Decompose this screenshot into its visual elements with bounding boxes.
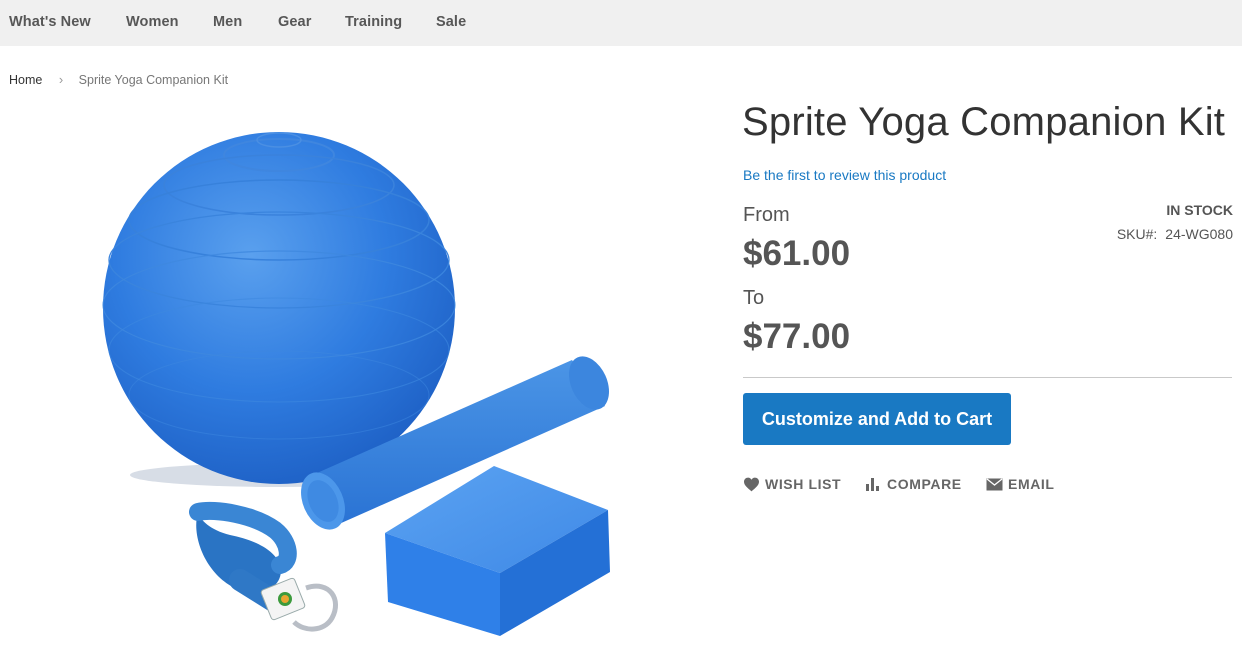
sku-info: SKU#: 24-WG080 [1117,226,1233,242]
nav-item-training[interactable]: Training [345,14,402,30]
nav-item-women[interactable]: Women [126,14,179,30]
breadcrumb: Home › Sprite Yoga Companion Kit [9,72,228,87]
wish-list-label: WISH LIST [765,476,842,492]
product-title: Sprite Yoga Companion Kit [742,100,1226,144]
price-to-value: $77.00 [743,317,851,356]
price-from-label: From [743,204,790,226]
sku-value: 24-WG080 [1165,226,1233,242]
yoga-strap [189,501,339,632]
nav-item-gear[interactable]: Gear [278,14,311,30]
compare-link[interactable]: COMPARE [865,476,962,492]
yoga-block [385,466,610,636]
wish-list-link[interactable]: WISH LIST [743,476,841,492]
bar-chart-icon [866,478,879,491]
top-navigation: What's New Women Men Gear Training Sale [0,0,1242,46]
divider [743,377,1232,378]
price-from-value: $61.00 [743,234,851,273]
review-link[interactable]: Be the first to review this product [743,167,946,183]
compare-label: COMPARE [887,476,962,492]
chevron-right-icon: › [58,72,64,87]
product-image[interactable] [80,110,640,646]
customize-add-to-cart-button[interactable]: Customize and Add to Cart [743,393,1011,445]
breadcrumb-home-link[interactable]: Home [9,73,42,87]
nav-item-men[interactable]: Men [213,14,242,30]
stock-status: IN STOCK [1166,202,1233,218]
price-to-label: To [743,287,765,309]
email-label: EMAIL [1008,476,1055,492]
heart-icon [744,477,759,491]
email-link[interactable]: EMAIL [986,476,1055,492]
sku-label: SKU#: [1116,226,1158,242]
breadcrumb-current: Sprite Yoga Companion Kit [78,73,229,87]
exercise-ball [102,132,456,484]
nav-item-whats-new[interactable]: What's New [9,14,91,30]
nav-item-sale[interactable]: Sale [436,14,466,30]
envelope-icon [986,477,1003,490]
